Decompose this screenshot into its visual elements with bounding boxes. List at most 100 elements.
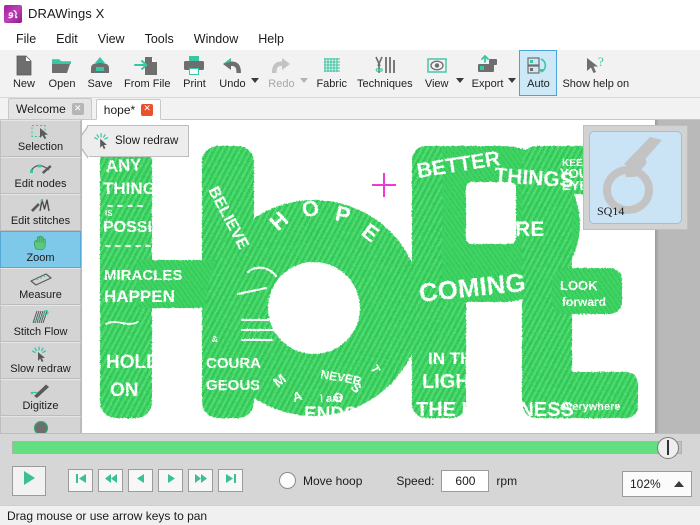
hoop-label: SQ14 [597, 204, 625, 218]
slow-redraw-callout-label: Slow redraw [115, 135, 179, 147]
player-controls-row: Move hoop Speed: 600 rpm [0, 456, 700, 505]
window-title: DRAWings X [28, 6, 105, 21]
techniques-button[interactable]: Techniques [352, 50, 418, 96]
menu-item-view[interactable]: View [88, 30, 135, 48]
fast-forward-button[interactable] [188, 469, 213, 492]
chevron-up-icon[interactable] [674, 481, 684, 487]
svg-text:everywhere: everywhere [560, 401, 621, 413]
svg-text:ARE: ARE [500, 218, 544, 241]
edit-nodes-icon [29, 160, 53, 177]
menu-item-file[interactable]: File [6, 30, 46, 48]
step-forward-button[interactable] [158, 469, 183, 492]
sidebar-item-measure-label: Measure [19, 289, 62, 302]
tab-welcome-label: Welcome [16, 102, 66, 116]
techniques-icon [372, 54, 398, 76]
slow-redraw-callout[interactable]: Slow redraw [82, 125, 190, 159]
sidebar-item-shapes[interactable]: Shapes [0, 416, 81, 433]
fast-back-button[interactable] [98, 469, 123, 492]
hoop-preview-panel[interactable]: SQ14 [583, 125, 688, 230]
edit-stitches-icon [29, 197, 53, 214]
sidebar-item-measure[interactable]: Measure [0, 268, 81, 305]
export-button-label: Export [471, 78, 504, 90]
move-hoop-label: Move hoop [303, 473, 363, 488]
sidebar-item-stitch-flow[interactable]: Stitch Flow [0, 305, 81, 342]
tab-hope[interactable]: hope* ✕ [95, 99, 162, 120]
move-hoop-radio[interactable] [279, 472, 296, 489]
svg-text:ON: ON [110, 380, 139, 401]
menu-item-help[interactable]: Help [248, 30, 294, 48]
stitch-flow-icon [29, 308, 53, 325]
view-button-label: View [424, 78, 449, 90]
svg-text:THE DARKNESS: THE DARKNESS [416, 399, 574, 421]
new-document-icon [14, 54, 34, 76]
show-help-button[interactable]: ? Show help on [557, 50, 634, 96]
export-dropdown-caret[interactable] [508, 78, 517, 83]
menu-item-edit[interactable]: Edit [46, 30, 88, 48]
fabric-grid-icon [321, 54, 343, 76]
tab-welcome[interactable]: Welcome ✕ [8, 98, 92, 119]
from-file-button-label: From File [124, 78, 171, 90]
main-toolbar: New Open Save From File Print Undo Redo … [0, 50, 700, 98]
sidebar-item-edit-stitches-label: Edit stitches [10, 215, 71, 228]
sidebar-item-edit-stitches[interactable]: Edit stitches [0, 194, 81, 231]
shapes-circle-icon [32, 419, 50, 433]
speed-input[interactable]: 600 [441, 469, 490, 492]
auto-icon [526, 54, 550, 76]
svg-text:ENDS: ENDS [304, 404, 357, 425]
svg-text:LOOK: LOOK [560, 278, 598, 293]
close-icon[interactable]: ✕ [141, 103, 154, 116]
redo-button[interactable]: Redo [262, 50, 300, 96]
play-button[interactable] [12, 465, 46, 496]
techniques-button-label: Techniques [357, 78, 413, 90]
sidebar-item-selection-label: Selection [17, 141, 64, 154]
progress-thumb[interactable] [656, 436, 679, 459]
undo-button[interactable]: Undo [213, 50, 251, 96]
print-button[interactable]: Print [175, 50, 213, 96]
progress-row [0, 434, 700, 459]
tool-sidebar: Selection Edit nodes Edit stitches Zoom … [0, 120, 82, 433]
sidebar-item-selection[interactable]: Selection [0, 120, 81, 157]
embroidery-design-hope[interactable]: ANY THING IS POSSIBLE MIRACLES HAPPEN HO… [82, 120, 655, 433]
speed-label: Speed: [396, 473, 435, 488]
auto-button-label: Auto [527, 78, 550, 90]
redo-dropdown-caret[interactable] [300, 78, 309, 83]
view-button[interactable]: View [418, 50, 456, 96]
stitch-player-bar: Move hoop Speed: 600 rpm 102% [0, 433, 700, 505]
svg-text:GEOUS: GEOUS [206, 377, 260, 394]
step-back-button[interactable] [128, 469, 153, 492]
svg-text:HAPPEN: HAPPEN [104, 287, 175, 306]
stitch-progress-slider[interactable] [12, 436, 682, 459]
design-canvas[interactable]: ANY THING IS POSSIBLE MIRACLES HAPPEN HO… [82, 120, 700, 433]
sidebar-item-slow-redraw-label: Slow redraw [10, 363, 71, 376]
save-button[interactable]: Save [81, 50, 119, 96]
zoom-level-control[interactable]: 102% [622, 471, 692, 497]
view-dropdown-caret[interactable] [455, 78, 464, 83]
menu-item-window[interactable]: Window [184, 30, 248, 48]
auto-button[interactable]: Auto [519, 50, 558, 96]
last-stitch-button[interactable] [218, 469, 243, 492]
sidebar-item-digitize[interactable]: Digitize [0, 379, 81, 416]
menu-item-tools[interactable]: Tools [135, 30, 184, 48]
svg-text:MIRACLES: MIRACLES [104, 267, 182, 284]
step-back-icon [134, 472, 148, 490]
close-icon[interactable]: ✕ [71, 103, 84, 115]
move-hoop-option[interactable]: Move hoop [279, 472, 362, 489]
first-stitch-button[interactable] [68, 469, 93, 492]
from-file-button[interactable]: From File [119, 50, 175, 96]
sidebar-item-zoom[interactable]: Zoom [0, 231, 81, 268]
sidebar-item-edit-nodes[interactable]: Edit nodes [0, 157, 81, 194]
fabric-button[interactable]: Fabric [311, 50, 352, 96]
undo-dropdown-caret[interactable] [251, 78, 260, 83]
new-button[interactable]: New [5, 50, 43, 96]
selection-arrow-icon [30, 123, 52, 140]
sidebar-item-slow-redraw[interactable]: Slow redraw [0, 342, 81, 379]
open-folder-icon [51, 54, 73, 76]
export-button[interactable]: Export [467, 50, 509, 96]
open-button[interactable]: Open [43, 50, 81, 96]
save-button-label: Save [87, 78, 113, 90]
drawings-logo-icon [4, 4, 22, 23]
tab-hope-label: hope* [103, 102, 136, 117]
svg-text:POSSIBLE: POSSIBLE [103, 219, 184, 236]
title-bar: DRAWings X [0, 0, 700, 28]
undo-button-label: Undo [219, 78, 246, 90]
